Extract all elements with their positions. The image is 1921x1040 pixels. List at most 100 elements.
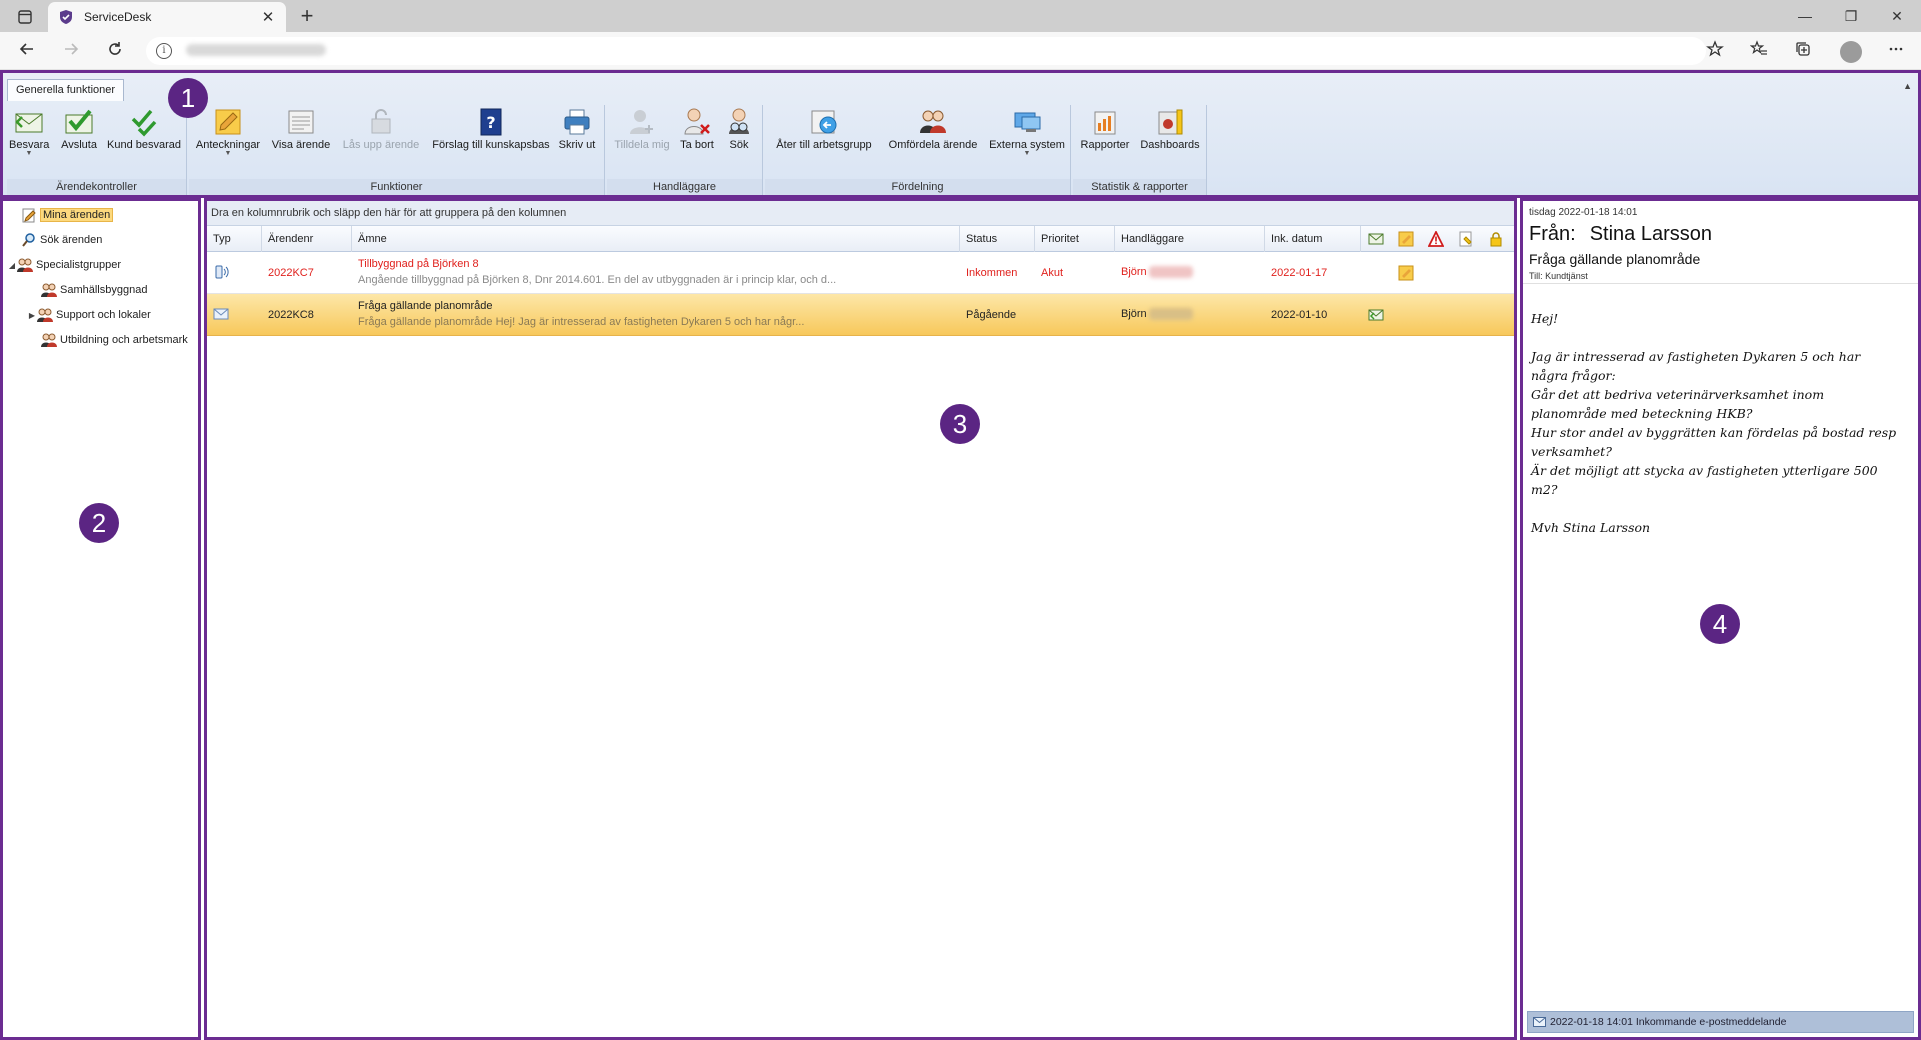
cell-date: 2022-01-10 — [1271, 309, 1328, 321]
email-type-icon — [213, 308, 229, 320]
tab-close-icon[interactable]: ✕ — [260, 8, 276, 26]
collapse-triangle-icon[interactable]: ◢ — [7, 261, 17, 270]
from-name: Stina Larsson — [1589, 223, 1712, 245]
tab-actions-icon[interactable] — [10, 7, 40, 27]
reply-mail-icon — [15, 113, 43, 133]
ater-till-arbetsgrupp-button[interactable]: Åter till arbetsgrupp — [769, 105, 879, 175]
dashboards-label: Dashboards — [1140, 139, 1200, 151]
lock-column-icon[interactable] — [1488, 231, 1504, 247]
grid-header-row: Typ Ärendenr Ämne Status Prioritet Handl… — [207, 226, 1514, 252]
address-bar[interactable]: i — [146, 37, 1706, 65]
from-label: Från: — [1529, 223, 1576, 245]
expand-triangle-icon[interactable]: ▶ — [27, 311, 37, 320]
header-status[interactable]: Status — [960, 226, 1035, 252]
reassign-case-icon — [920, 110, 946, 133]
header-arendenr[interactable]: Ärendenr — [262, 226, 352, 252]
group-label-arendekontroller: Ärendekontroller — [7, 179, 186, 195]
new-tab-button[interactable]: + — [294, 4, 320, 30]
add-favorite-icon[interactable] — [1702, 40, 1728, 64]
more-menu-icon[interactable] — [1883, 40, 1909, 64]
favorites-icon[interactable] — [1746, 40, 1772, 64]
tree-item-sok-arenden[interactable]: Sök ärenden — [21, 231, 102, 249]
attachment-column-icon[interactable] — [1458, 231, 1474, 247]
servicedesk-favicon-icon — [60, 10, 72, 24]
body-line: Går det att bedriva veterinärverksamhet … — [1531, 387, 1825, 402]
refresh-icon[interactable] — [102, 40, 128, 62]
dropdown-arrow-icon: ▼ — [224, 150, 232, 157]
tree-item-specialistgrupper[interactable]: ◢ Specialistgrupper — [7, 256, 121, 274]
dashboards-icon — [1158, 109, 1183, 135]
knowledge-base-icon: ? — [480, 108, 502, 136]
browser-tabbar: ServiceDesk ✕ + — ❐ ✕ — [0, 0, 1921, 32]
cell-preview: Angående tillbyggnad på Björken 8, Dnr 2… — [358, 274, 837, 286]
cell-preview: Fråga gällande planområde Hej! Jag är in… — [358, 316, 805, 328]
mail-column-icon[interactable] — [1368, 231, 1384, 247]
avsluta-button[interactable]: Avsluta — [57, 105, 101, 175]
tree-item-utbildning[interactable]: Utbildning och arbetsmark — [41, 331, 188, 349]
annotation-badge-3: 3 — [940, 404, 980, 444]
ribbon-group-fordelning: Åter till arbetsgrupp Omfördela ärende E… — [765, 105, 1071, 195]
rapporter-button[interactable]: Rapporter — [1077, 105, 1133, 175]
header-ink-datum[interactable]: Ink. datum — [1265, 226, 1361, 252]
table-row[interactable]: 2022KC7 Tillbyggnad på Björken 8 Angåend… — [207, 252, 1514, 294]
notes-icon — [215, 109, 241, 135]
las-upp-arende-button[interactable]: Lås upp ärende — [339, 105, 423, 175]
group-label-fordelning: Fördelning — [765, 179, 1070, 195]
history-text: 2022-01-18 14:01 Inkommande e-postmeddel… — [1550, 1016, 1787, 1028]
dashboards-button[interactable]: Dashboards — [1137, 105, 1203, 175]
tree-item-mina-arenden[interactable]: Mina ärenden — [21, 206, 114, 224]
externa-system-button[interactable]: Externa system ▼ — [987, 105, 1067, 175]
group-by-hint[interactable]: Dra en kolumnrubrik och släpp den här fö… — [207, 201, 1514, 226]
skriv-ut-button[interactable]: Skriv ut — [555, 105, 599, 175]
body-line: m2? — [1531, 482, 1558, 497]
dropdown-arrow-icon: ▼ — [25, 150, 33, 157]
cell-date: 2022-01-17 — [1271, 267, 1328, 279]
sok-handlaggare-button[interactable]: Sök — [721, 105, 757, 175]
header-typ[interactable]: Typ — [207, 226, 262, 252]
anteckningar-button[interactable]: Anteckningar ▼ — [193, 105, 263, 175]
back-icon[interactable] — [14, 40, 40, 62]
besvara-button[interactable]: Besvara ▼ — [9, 105, 49, 175]
browser-tab-servicedesk[interactable]: ServiceDesk ✕ — [48, 2, 286, 32]
browser-toolbar: i — [0, 32, 1921, 70]
message-history-item[interactable]: 2022-01-18 14:01 Inkommande e-postmeddel… — [1527, 1011, 1914, 1033]
handler-name: Björn — [1121, 266, 1147, 278]
tilldela-mig-button[interactable]: Tilldela mig — [611, 105, 673, 175]
warning-column-icon[interactable] — [1428, 231, 1444, 247]
table-row-selected[interactable]: 2022KC8 Fråga gällande planområde Fråga … — [207, 294, 1514, 336]
header-prioritet[interactable]: Prioritet — [1035, 226, 1115, 252]
forward-icon[interactable] — [58, 40, 84, 62]
tree-item-support-och-lokaler[interactable]: ▶ Support och lokaler — [27, 306, 151, 324]
notes-column-icon[interactable] — [1398, 231, 1414, 247]
svg-text:?: ? — [486, 113, 495, 132]
customer-answered-icon — [131, 109, 157, 137]
cell-arendenr: 2022KC8 — [268, 309, 314, 321]
tree-label: Sök ärenden — [40, 234, 103, 246]
avsluta-label: Avsluta — [61, 139, 97, 151]
forslag-kunskapsbas-button[interactable]: ? Förslag till kunskapsbas — [427, 105, 555, 175]
ribbon-collapse-icon[interactable]: ▲ — [1903, 81, 1912, 91]
cell-arendenr: 2022KC7 — [268, 267, 314, 279]
kund-besvarad-button[interactable]: Kund besvarad — [103, 105, 185, 175]
tree-label: Mina ärenden — [40, 208, 114, 222]
cell-status: Inkommen — [966, 267, 1018, 279]
omfordela-arende-button[interactable]: Omfördela ärende — [883, 105, 983, 175]
window-close-button[interactable]: ✕ — [1874, 0, 1920, 32]
profile-avatar[interactable] — [1840, 41, 1862, 63]
minimize-button[interactable]: — — [1782, 0, 1828, 32]
site-info-icon[interactable]: i — [156, 43, 172, 59]
phone-type-icon — [215, 265, 229, 279]
ta-bort-button[interactable]: Ta bort — [677, 105, 717, 175]
collections-icon[interactable] — [1790, 40, 1816, 64]
visa-arende-button[interactable]: Visa ärende — [269, 105, 333, 175]
body-line: Hej! — [1531, 311, 1559, 326]
ribbon-tab-generella[interactable]: Generella funktioner — [7, 79, 125, 101]
header-handlaggare[interactable]: Handläggare — [1115, 226, 1265, 252]
case-grid: Dra en kolumnrubrik och släpp den här fö… — [204, 198, 1517, 1040]
body-line: några frågor: — [1531, 368, 1616, 383]
restore-button[interactable]: ❐ — [1828, 0, 1874, 32]
group-label-statistik: Statistik & rapporter — [1073, 179, 1206, 195]
body-line: Jag är intresserad av fastigheten Dykare… — [1531, 349, 1861, 364]
header-amne[interactable]: Ämne — [352, 226, 960, 252]
tree-item-samhallsbyggnad[interactable]: Samhällsbyggnad — [41, 281, 147, 299]
